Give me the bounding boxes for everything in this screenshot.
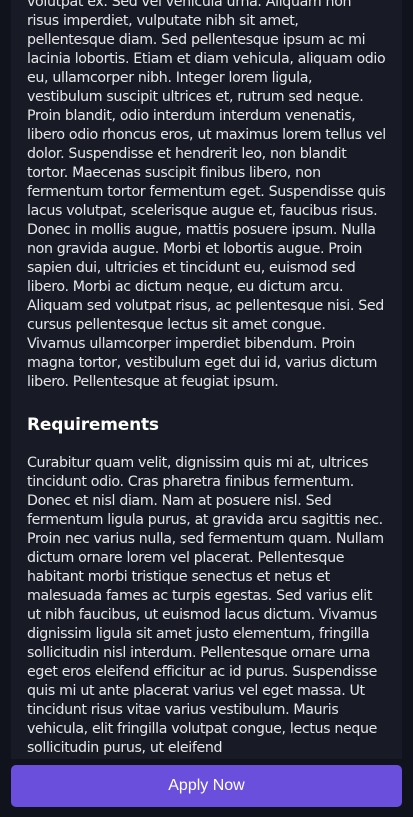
job-description-content: volutpat ex. Sed vel vehicula urna. Aliq… [27,0,386,758]
job-detail-screen: volutpat ex. Sed vel vehicula urna. Aliq… [0,0,413,817]
requirements-heading: Requirements [27,415,159,435]
job-description-panel[interactable]: volutpat ex. Sed vel vehicula urna. Aliq… [11,0,402,817]
description-paragraph: volutpat ex. Sed vel vehicula urna. Aliq… [27,0,386,390]
bottom-action-bar: Apply Now [0,759,413,817]
requirements-paragraph: Curabitur quam velit, dignissim quis mi … [27,455,384,756]
apply-now-button[interactable]: Apply Now [11,765,402,807]
